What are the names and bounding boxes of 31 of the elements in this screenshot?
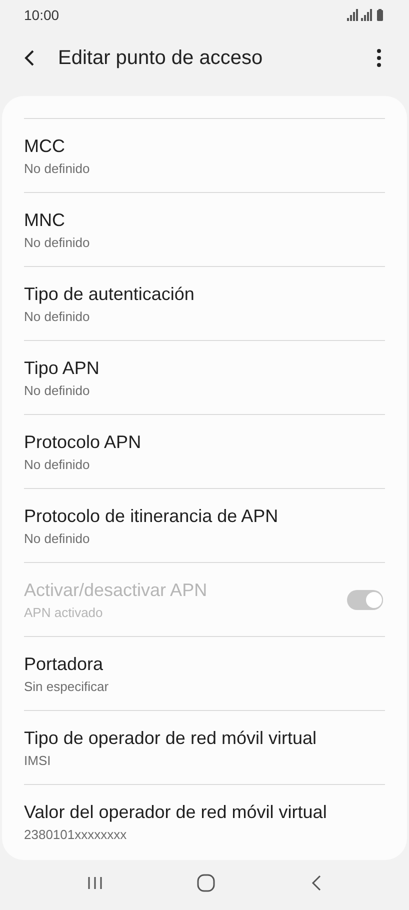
page-title: Editar punto de acceso [58, 46, 264, 70]
settings-item[interactable]: Tipo APN No definido [24, 340, 385, 414]
item-value: No definido [24, 308, 91, 324]
item-title: Valor del operador de red móvil virtual [24, 802, 328, 822]
item-title: Tipo de autenticación [24, 284, 196, 304]
item-value: APN activado [24, 604, 104, 620]
item-value: IMSI [24, 752, 52, 768]
settings-item[interactable]: Protocolo APN No definido [24, 414, 385, 488]
item-title: Tipo APN [24, 358, 100, 378]
item-value: No definido [24, 530, 91, 546]
item-title: Activar/desactivar APN [24, 580, 208, 600]
item-value: 2380101xxxxxxxx [24, 826, 128, 842]
item-title: Tipo de operador de red móvil virtual [24, 728, 318, 748]
settings-item[interactable]: MNC No definido [24, 192, 385, 266]
settings-item[interactable]: Valor del operador de red móvil virtual 2380101xxxxxxxx [24, 784, 385, 858]
settings-item[interactable]: Tipo de autenticación No definido [24, 266, 385, 340]
settings-item[interactable]: Protocolo de itinerancia de APN No definido [24, 488, 385, 562]
settings-item[interactable]: Tipo de operador de red móvil virtual IMSI [24, 710, 385, 784]
item-title: Protocolo de itinerancia de APN [24, 506, 280, 526]
item-value: No definido [24, 382, 91, 398]
item-value: No definido [24, 160, 91, 176]
item-title: Portadora [24, 654, 104, 674]
item-title: MCC [24, 136, 66, 156]
item-title: Protocolo APN [24, 432, 142, 452]
settings-item[interactable]: MCC No definido [24, 118, 385, 192]
item-value: Sin especificar [24, 678, 110, 694]
item-title: MNC [24, 210, 66, 230]
status-time: 10:00 [24, 7, 60, 23]
item-value: No definido [24, 456, 91, 472]
item-value: No definido [24, 234, 91, 250]
settings-item[interactable]: Portadora Sin especificar [24, 636, 385, 710]
